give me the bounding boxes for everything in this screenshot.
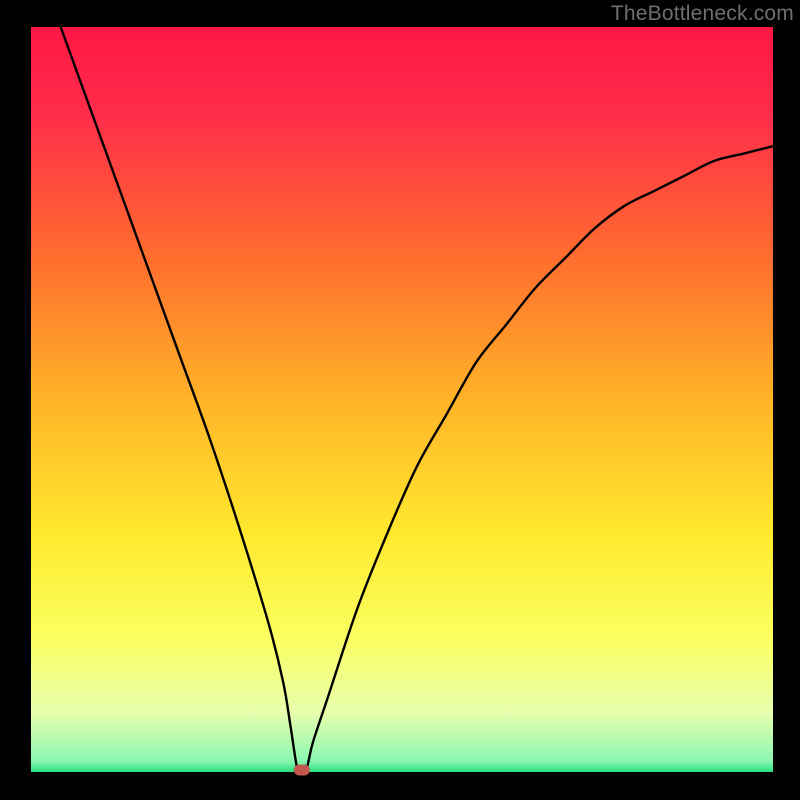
- plot-background-gradient: [31, 27, 773, 772]
- chart-container: TheBottleneck.com: [0, 0, 800, 800]
- optimal-point-marker: [294, 765, 310, 776]
- watermark-text: TheBottleneck.com: [611, 2, 794, 26]
- bottleneck-chart: [0, 0, 800, 800]
